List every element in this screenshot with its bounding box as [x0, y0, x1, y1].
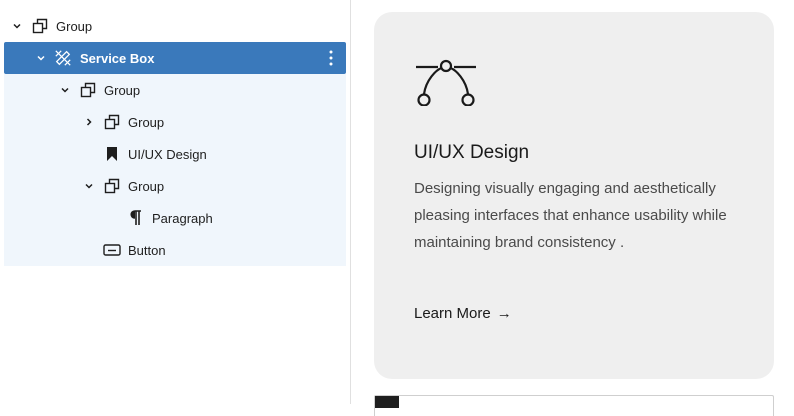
list-item-group[interactable]: Group: [4, 106, 346, 138]
paragraph-icon: [127, 209, 145, 227]
button-icon: [103, 241, 121, 259]
chevron-down-icon[interactable]: [58, 83, 72, 97]
options-menu-icon[interactable]: [328, 49, 334, 67]
heading-icon: [103, 145, 121, 163]
group-icon: [103, 113, 121, 131]
list-view-panel: Group Service Box Group Group UI/UX Desi…: [0, 0, 351, 404]
chevron-down-icon[interactable]: [82, 179, 96, 193]
arrow-right-icon: →: [496, 305, 512, 322]
list-item-label: Button: [128, 242, 166, 258]
list-item-label: Group: [104, 82, 141, 98]
list-item-heading[interactable]: UI/UX Design: [4, 138, 346, 170]
group-icon: [79, 81, 97, 99]
list-item-label: Paragraph: [152, 210, 213, 226]
chevron-down-icon[interactable]: [34, 51, 48, 65]
chevron-down-icon[interactable]: [10, 19, 24, 33]
list-item-group[interactable]: Group: [4, 74, 346, 106]
block-inserter-icon[interactable]: [375, 396, 399, 408]
list-item-group[interactable]: Group: [4, 170, 346, 202]
list-item-label: Group: [56, 18, 93, 34]
chevron-right-icon[interactable]: [82, 115, 96, 129]
list-item-service-box[interactable]: Service Box: [4, 42, 346, 74]
list-item-paragraph[interactable]: Paragraph: [4, 202, 346, 234]
card-description: Designing visually engaging and aestheti…: [414, 180, 727, 251]
next-block[interactable]: [374, 395, 774, 416]
bezier-curve-icon: [414, 50, 478, 107]
list-item-previous: [4, 0, 346, 2]
list-item-group[interactable]: Group: [4, 10, 346, 42]
editor-canvas: UI/UX Design Designing visually engaging…: [351, 0, 794, 416]
list-item-label: UI/UX Design: [128, 146, 207, 162]
group-icon: [103, 177, 121, 195]
list-item-label: Group: [128, 178, 165, 194]
card-title: UI/UX Design: [414, 142, 530, 163]
list-item-label: Group: [128, 114, 165, 130]
pattern-icon: [54, 49, 72, 67]
group-icon: [31, 17, 49, 35]
list-item-label: Service Box: [80, 50, 155, 66]
learn-more-label: Learn More: [414, 305, 491, 322]
learn-more-button[interactable]: Learn More →: [414, 305, 512, 322]
list-item-button[interactable]: Button: [4, 234, 346, 266]
service-box-card[interactable]: UI/UX Design Designing visually engaging…: [374, 12, 774, 379]
